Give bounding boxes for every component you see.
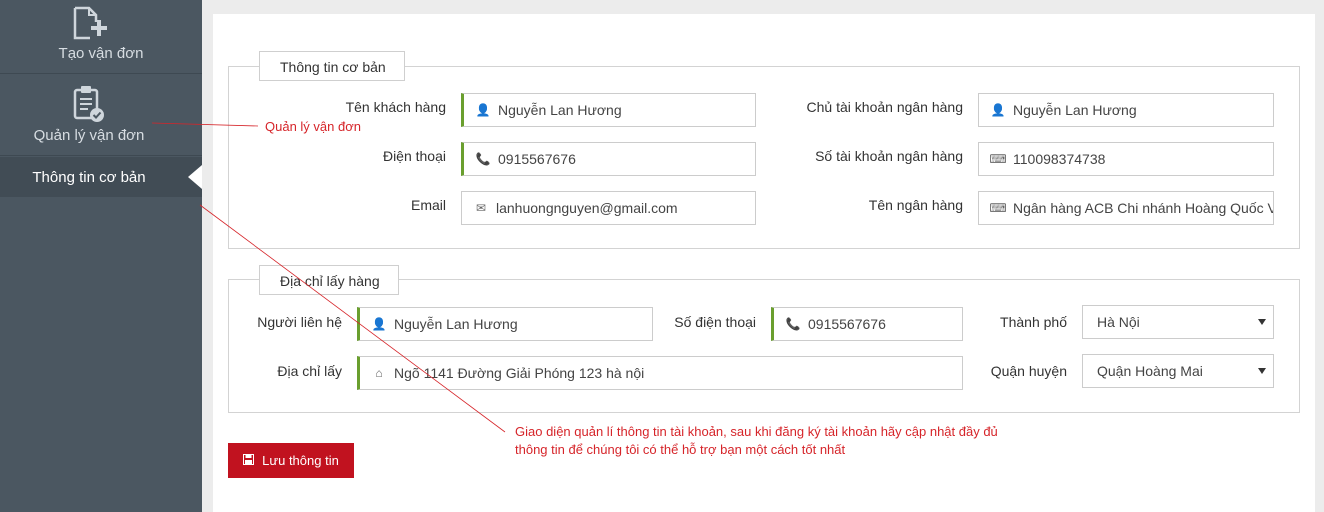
contact-field[interactable]: 👤 Nguyễn Lan Hương [357, 307, 653, 341]
address-value: Ngõ 1141 Đường Giải Phóng 123 hà nội [394, 365, 645, 381]
contact-value: Nguyễn Lan Hương [394, 316, 518, 332]
save-button[interactable]: Lưu thông tin [228, 443, 354, 478]
sidebar-item-label: Quản lý vận đơn [33, 127, 145, 144]
user-icon: 👤 [990, 103, 1006, 117]
email-field[interactable]: ✉ lanhuongnguyen@gmail.com [461, 191, 756, 225]
sidebar-item-label: Tạo vận đơn [58, 45, 144, 62]
envelope-icon: ✉ [475, 201, 487, 215]
address-label: Địa chỉ lấy [277, 363, 342, 379]
phone-icon: 📞 [475, 152, 491, 166]
account-holder-label: Chủ tài khoản ngân hàng [806, 99, 963, 115]
email-label: Email [410, 197, 446, 213]
bank-name-value: Ngân hàng ACB Chi nhánh Hoàng Quốc Việ [1013, 200, 1273, 216]
pickup-phone-label: Số điện thoại [674, 314, 756, 330]
city-value: Hà Nội [1097, 314, 1140, 330]
annotation-info-line2: thông tin để chúng tôi có thể hỗ trợ bạn… [515, 442, 846, 457]
clipboard-check-icon [72, 85, 108, 128]
annotation-manage: Quản lý vận đơn [265, 119, 361, 134]
pickup-phone-value: 0915567676 [808, 316, 886, 332]
keyboard-icon: ⌨ [989, 201, 1007, 215]
contact-label: Người liên hệ [257, 314, 342, 330]
account-holder-value: Nguyễn Lan Hương [1013, 102, 1137, 118]
district-label: Quận huyện [990, 363, 1067, 379]
phone-field[interactable]: 📞 0915567676 [461, 142, 756, 176]
account-holder-field[interactable]: 👤 Nguyễn Lan Hương [978, 93, 1274, 127]
chevron-down-icon [1258, 319, 1266, 325]
phone-label: Điện thoại [382, 148, 446, 164]
file-plus-icon [72, 6, 108, 45]
sidebar-item-basic-info[interactable]: Thông tin cơ bản [0, 157, 202, 197]
sidebar: Tạo vận đơn Quản lý vận đơn Thông tin cơ… [0, 0, 202, 512]
address-field[interactable]: ⌂ Ngõ 1141 Đường Giải Phóng 123 hà nội [357, 356, 963, 390]
save-button-label: Lưu thông tin [262, 453, 339, 468]
city-select[interactable]: Hà Nội [1082, 305, 1274, 339]
user-icon: 👤 [475, 103, 491, 117]
account-number-field[interactable]: ⌨ 110098374738 [978, 142, 1274, 176]
user-icon: 👤 [371, 317, 387, 331]
city-label: Thành phố [1000, 314, 1067, 330]
phone-icon: 📞 [785, 317, 801, 331]
sidebar-item-manage-waybill[interactable]: Quản lý vận đơn [0, 75, 202, 156]
bank-name-label: Tên ngân hàng [868, 197, 963, 213]
account-number-label: Số tài khoản ngân hàng [815, 148, 963, 164]
account-number-value: 110098374738 [1013, 151, 1106, 167]
pickup-address-legend: Địa chỉ lấy hàng [259, 265, 399, 295]
customer-name-label: Tên khách hàng [345, 99, 446, 115]
sidebar-item-create-waybill[interactable]: Tạo vận đơn [0, 0, 202, 74]
keyboard-icon: ⌨ [989, 152, 1007, 166]
customer-name-field[interactable]: 👤 Nguyễn Lan Hương [461, 93, 756, 127]
pickup-address-group [228, 279, 1300, 413]
bank-name-field[interactable]: ⌨ Ngân hàng ACB Chi nhánh Hoàng Quốc Việ [978, 191, 1274, 225]
floppy-disk-icon [243, 453, 255, 468]
sidebar-item-label: Thông tin cơ bản [32, 169, 146, 186]
district-value: Quận Hoàng Mai [1097, 363, 1203, 379]
phone-value: 0915567676 [498, 151, 576, 167]
basic-info-legend: Thông tin cơ bản [259, 51, 405, 81]
annotation-info-line1: Giao diện quản lí thông tin tài khoản, s… [515, 424, 998, 439]
home-icon: ⌂ [375, 366, 383, 380]
pickup-phone-field[interactable]: 📞 0915567676 [771, 307, 963, 341]
district-select[interactable]: Quận Hoàng Mai [1082, 354, 1274, 388]
customer-name-value: Nguyễn Lan Hương [498, 102, 622, 118]
email-value: lanhuongnguyen@gmail.com [496, 200, 678, 216]
chevron-down-icon [1258, 368, 1266, 374]
active-caret [188, 165, 202, 189]
